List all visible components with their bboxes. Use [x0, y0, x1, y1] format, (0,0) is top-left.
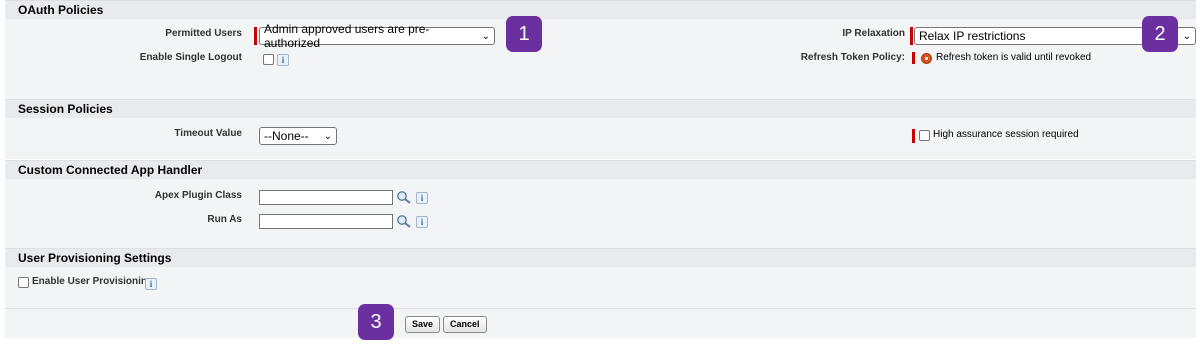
required-indicator	[910, 27, 913, 45]
enable-user-provisioning-checkbox[interactable]	[18, 277, 29, 288]
step-badge-2: 2	[1142, 16, 1178, 52]
ip-relaxation-label: IP Relaxation	[842, 28, 905, 39]
info-icon[interactable]: i	[145, 278, 157, 290]
run-as-input[interactable]	[259, 214, 393, 229]
chevron-down-icon: ⌄	[1182, 30, 1191, 42]
enable-single-logout-checkbox[interactable]	[263, 54, 274, 65]
step-badge-1: 1	[506, 16, 542, 52]
high-assurance-label: High assurance session required	[933, 129, 1079, 140]
timeout-value-select[interactable]: --None-- ⌄	[259, 127, 337, 145]
permitted-users-value: Admin approved users are pre-authorized	[264, 22, 430, 50]
enable-user-provisioning-label: Enable User Provisioning	[32, 276, 154, 287]
ip-relaxation-value: Relax IP restrictions	[919, 29, 1026, 43]
high-assurance-checkbox[interactable]	[919, 130, 930, 141]
permitted-users-label: Permitted Users	[165, 28, 242, 39]
run-as-label: Run As	[207, 214, 242, 225]
required-indicator	[912, 52, 915, 64]
button-bar	[5, 308, 1196, 338]
info-icon[interactable]: i	[416, 216, 428, 228]
enable-single-logout-label: Enable Single Logout	[139, 52, 242, 63]
info-icon[interactable]: i	[416, 192, 428, 204]
apex-plugin-class-input[interactable]	[259, 190, 393, 205]
oauth-policies-header: OAuth Policies	[5, 0, 1196, 19]
lookup-icon[interactable]	[396, 214, 412, 228]
timeout-value-label: Timeout Value	[174, 128, 242, 139]
refresh-token-policy-label: Refresh Token Policy:	[800, 52, 905, 63]
refresh-token-option-label: Refresh token is valid until revoked	[936, 52, 1092, 63]
permitted-users-select[interactable]: Admin approved users are pre-authorized …	[259, 22, 495, 50]
step-badge-3: 3	[358, 304, 394, 340]
timeout-value: --None--	[264, 129, 309, 143]
user-provisioning-body	[5, 267, 1196, 308]
user-provisioning-header: User Provisioning Settings	[5, 248, 1196, 267]
cancel-button[interactable]: Cancel	[443, 316, 487, 333]
chevron-down-icon: ⌄	[323, 130, 332, 142]
info-icon[interactable]: i	[277, 54, 289, 66]
required-indicator	[912, 129, 915, 143]
lookup-icon[interactable]	[396, 190, 412, 204]
required-indicator	[254, 27, 257, 45]
chevron-down-icon: ⌄	[481, 30, 490, 42]
session-policies-header: Session Policies	[5, 99, 1196, 118]
refresh-token-radio[interactable]	[921, 53, 932, 64]
custom-handler-header: Custom Connected App Handler	[5, 160, 1196, 179]
apex-plugin-class-label: Apex Plugin Class	[154, 190, 242, 201]
save-button[interactable]: Save	[405, 316, 441, 333]
